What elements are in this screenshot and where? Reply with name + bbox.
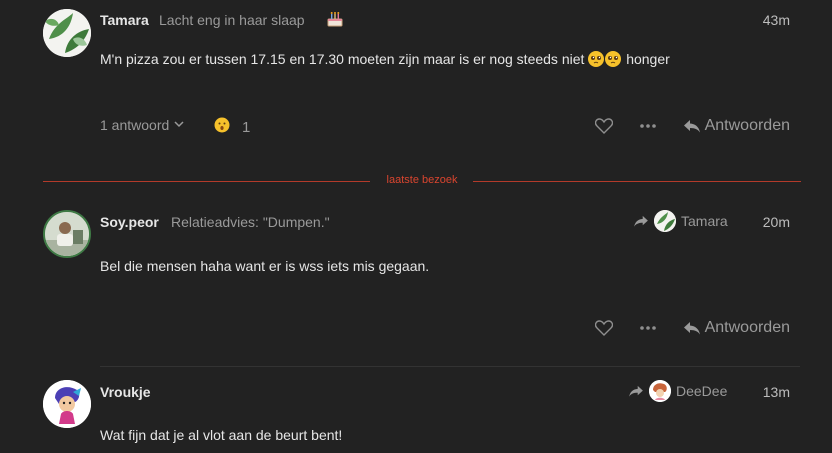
- pleading-face-icon: [588, 51, 626, 67]
- user-title: Relatieadvies: "Dumpen.": [171, 214, 330, 230]
- reply-arrow-icon: [683, 120, 700, 133]
- post-tamara: Tamara Lacht eng in haar slaap 43m M'n p…: [43, 0, 800, 170]
- birthday-cake-icon: [325, 9, 345, 34]
- reply-button[interactable]: Antwoorden: [683, 319, 790, 337]
- ellipsis-icon: [639, 326, 656, 330]
- post-time[interactable]: 13m: [763, 384, 790, 400]
- avatar[interactable]: [43, 210, 91, 258]
- chevron-down-icon: [173, 117, 185, 133]
- post-controls: Antwoorden: [594, 117, 790, 135]
- post-vroukje: Vroukje DeeDee 13m Wat fijn dat je al vl…: [43, 370, 800, 453]
- like-button[interactable]: [594, 118, 613, 134]
- post-body-suffix: honger: [626, 51, 670, 67]
- username[interactable]: Soy.peor: [100, 214, 159, 230]
- reply-to-link[interactable]: Tamara: [633, 210, 728, 232]
- post-body-text: M'n pizza zou er tussen 17.15 en 17.30 m…: [100, 51, 585, 67]
- post-separator: [100, 366, 800, 367]
- post-time[interactable]: 43m: [763, 12, 790, 28]
- post-body: Bel die mensen haha want er is wss iets …: [100, 258, 430, 274]
- post-body: Wat fijn dat je al vlot aan de beurt ben…: [100, 427, 343, 443]
- reply-button-label: Antwoorden: [704, 117, 790, 134]
- avatar[interactable]: [43, 380, 91, 428]
- reply-arrow-icon: [683, 322, 700, 335]
- username[interactable]: Tamara: [100, 12, 149, 28]
- reply-to-link[interactable]: DeeDee: [628, 380, 727, 402]
- heart-icon: [594, 118, 613, 134]
- post-soy-peor: Soy.peor Relatieadvies: "Dumpen." Tamara…: [43, 200, 800, 365]
- post-controls: Antwoorden: [594, 319, 790, 337]
- user-title: Lacht eng in haar slaap: [159, 12, 305, 28]
- avatar[interactable]: [43, 9, 91, 57]
- heart-icon: [594, 320, 613, 336]
- more-options-button[interactable]: [639, 123, 657, 129]
- username[interactable]: Vroukje: [100, 384, 151, 400]
- last-visit-divider: laatste bezoek: [43, 173, 801, 189]
- reply-to-avatar: [649, 380, 671, 402]
- reply-to-avatar: [654, 210, 676, 232]
- post-body: M'n pizza zou er tussen 17.15 en 17.30 m…: [100, 51, 670, 67]
- reply-button[interactable]: Antwoorden: [683, 117, 790, 135]
- post-actions: 1 antwoord 1 Antwoorden: [100, 117, 800, 141]
- reply-button-label: Antwoorden: [704, 319, 790, 336]
- astonished-face-icon: [214, 117, 230, 137]
- ellipsis-icon: [639, 124, 656, 128]
- reaction-count: 1: [242, 118, 251, 136]
- divider-label: laatste bezoek: [386, 174, 458, 186]
- reply-arrow-icon: [634, 215, 648, 227]
- replies-count-label: 1 antwoord: [100, 117, 170, 133]
- post-actions: Antwoorden: [100, 319, 800, 343]
- post-time[interactable]: 20m: [763, 214, 790, 230]
- like-button[interactable]: [594, 320, 613, 336]
- reply-arrow-icon: [629, 385, 643, 397]
- more-options-button[interactable]: [639, 325, 657, 331]
- reply-to-username: DeeDee: [676, 383, 728, 399]
- reply-to-username: Tamara: [681, 213, 728, 229]
- show-replies-button[interactable]: 1 antwoord: [100, 117, 185, 133]
- reaction-button[interactable]: 1: [214, 117, 250, 137]
